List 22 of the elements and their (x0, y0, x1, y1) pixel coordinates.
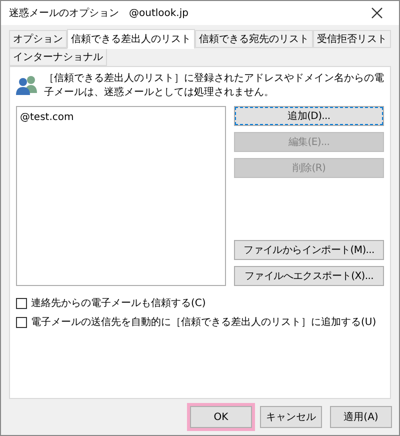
people-icon (16, 75, 38, 95)
list-item[interactable]: @test.com (20, 110, 222, 125)
checkbox[interactable] (16, 317, 27, 328)
dialog-button[interactable]: OK (190, 406, 252, 428)
tab[interactable]: オプション (9, 30, 67, 48)
tab[interactable]: 信頼できる差出人のリスト (67, 29, 195, 49)
checkbox-label[interactable]: 連絡先からの電子メールも信頼する(C) (31, 296, 206, 311)
dialog-button[interactable]: キャンセル (260, 406, 322, 428)
action-button[interactable]: 追加(D)... (234, 106, 384, 126)
checkbox-label[interactable]: 電子メールの送信先を自動的に［信頼できる差出人のリスト］に追加する(U) (31, 315, 376, 330)
close-icon[interactable] (371, 7, 383, 19)
tab[interactable]: 受信拒否リスト (313, 30, 391, 48)
dialog-button[interactable]: 適用(A) (330, 406, 392, 428)
tab[interactable]: 信頼できる宛先のリスト (195, 30, 313, 48)
checkbox[interactable] (16, 298, 27, 309)
address-list[interactable]: @test.com (16, 106, 226, 286)
action-button[interactable]: ファイルからインポート(M)... (234, 240, 384, 260)
tab[interactable]: インターナショナル (9, 48, 107, 66)
description-text: ［信頼できる差出人のリスト］に登録されたアドレスやドメイン名からの電子メールは、迷惑メールとしては処理されません。 (44, 72, 384, 100)
account-name: @outlook.jp (129, 6, 188, 20)
action-button[interactable]: ファイルへエクスポート(X)... (234, 266, 384, 286)
window-title: 迷惑メールのオプション (9, 6, 120, 20)
